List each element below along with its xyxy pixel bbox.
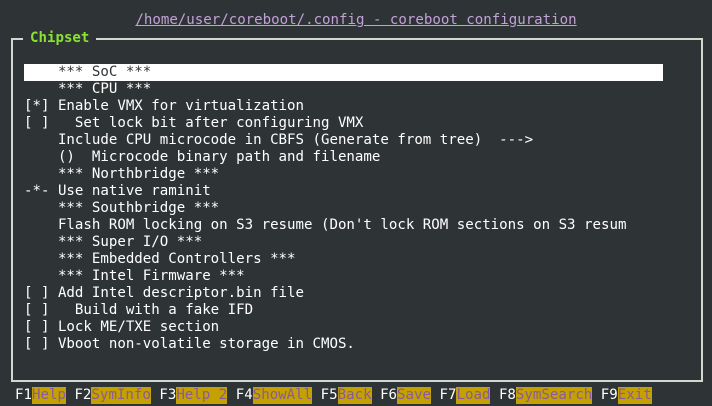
- f9-exit-button[interactable]: F9 Exit: [601, 387, 652, 404]
- window-title: /home/user/coreboot/.config - coreboot c…: [135, 12, 577, 28]
- menu-item-native-raminit[interactable]: -*- Use native raminit: [24, 183, 663, 200]
- menu-item-soc[interactable]: *** SoC ***: [24, 64, 663, 81]
- menu-item-lock-me-txe[interactable]: [ ] Lock ME/TXE section: [24, 319, 663, 336]
- menu-item-southbridge[interactable]: *** Southbridge ***: [24, 200, 663, 217]
- f5-back-button[interactable]: F5 Back: [321, 387, 372, 404]
- f3-help2-button[interactable]: F3 Help 2: [159, 387, 228, 404]
- menu-item-enable-vmx[interactable]: [*] Enable VMX for virtualization: [24, 98, 663, 115]
- menu-item-embedded-controllers[interactable]: *** Embedded Controllers ***: [24, 251, 663, 268]
- f7-load-button[interactable]: F7 Load: [440, 387, 491, 404]
- f1-help-button[interactable]: F1 Help: [15, 387, 66, 404]
- menu-item-descriptor-bin[interactable]: [ ] Add Intel descriptor.bin file: [24, 285, 663, 302]
- menu-item-northbridge[interactable]: *** Northbridge ***: [24, 166, 663, 183]
- f8-symsearch-button[interactable]: F8 SymSearch: [499, 387, 593, 404]
- menu-item-microcode-path[interactable]: () Microcode binary path and filename: [24, 149, 663, 166]
- menu-item-fake-ifd[interactable]: [ ] Build with a fake IFD: [24, 302, 663, 319]
- menu-list: *** SoC *** *** CPU *** [*] Enable VMX f…: [24, 64, 663, 353]
- f2-syminfo-button[interactable]: F2 SymInfo: [74, 387, 151, 404]
- section-title: Chipset: [23, 30, 97, 47]
- menu-item-super-io[interactable]: *** Super I/O ***: [24, 234, 663, 251]
- menu-item-vboot-cmos[interactable]: [ ] Vboot non-volatile storage in CMOS.: [24, 336, 663, 353]
- menu-item-cpu[interactable]: *** CPU ***: [24, 81, 663, 98]
- menu-item-intel-firmware[interactable]: *** Intel Firmware ***: [24, 268, 663, 285]
- menu-item-cpu-microcode[interactable]: Include CPU microcode in CBFS (Generate …: [24, 132, 663, 149]
- menu-item-flash-rom-locking[interactable]: Flash ROM locking on S3 resume (Don't lo…: [24, 217, 663, 234]
- f4-showall-button[interactable]: F4 ShowAll: [236, 387, 313, 404]
- menu-item-set-lock-bit[interactable]: [ ] Set lock bit after configuring VMX: [24, 115, 663, 132]
- f6-save-button[interactable]: F6 Save: [380, 387, 431, 404]
- function-key-bar: F1 Help F2 SymInfo F3 Help 2 F4 ShowAll F5 Ba…: [15, 387, 652, 404]
